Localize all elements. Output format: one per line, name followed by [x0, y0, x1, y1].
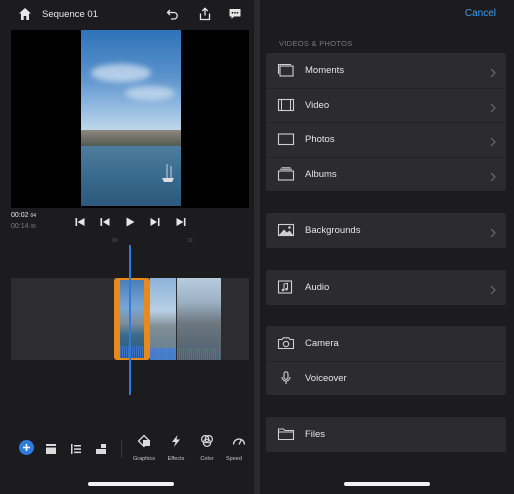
photos-row[interactable]: Photos: [266, 122, 506, 157]
home-icon[interactable]: [18, 7, 32, 26]
speed-icon: [232, 438, 246, 445]
total-duration: 00:14 05: [11, 223, 37, 230]
moments-row[interactable]: Moments: [266, 53, 506, 88]
chevron-right-icon: [490, 65, 496, 83]
audio-group: Audio: [266, 270, 506, 305]
effects-button[interactable]: Effects: [163, 434, 189, 462]
editor-toolbar: Graphics Effects Color Speed: [0, 428, 254, 468]
timeline-clip[interactable]: [177, 278, 221, 360]
layout-icon: [46, 444, 56, 454]
cancel-button[interactable]: Cancel: [465, 8, 496, 19]
folder-icon: [277, 427, 295, 446]
section-header: VIDEOS & PHOTOS: [279, 39, 353, 48]
chevron-right-icon: [490, 225, 496, 243]
step-forward-icon[interactable]: [149, 215, 163, 227]
files-row[interactable]: Files: [266, 417, 506, 452]
camera-icon: [277, 336, 295, 355]
toolbar-divider: [121, 440, 122, 458]
chevron-right-icon: [490, 134, 496, 152]
current-timecode: 00:02 04: [11, 212, 37, 219]
audio-row[interactable]: Audio: [266, 270, 506, 305]
step-back-icon[interactable]: [99, 215, 113, 227]
chevron-right-icon: [490, 100, 496, 118]
music-icon: [277, 280, 295, 299]
play-icon[interactable]: [124, 215, 138, 227]
selected-clip[interactable]: [114, 278, 150, 360]
add-icon: [19, 440, 34, 455]
capture-group: Camera Voiceover: [266, 326, 506, 395]
home-indicator[interactable]: [88, 482, 174, 486]
editor-screen: Sequence 01 00:02 04 00:14 05 00 10 Grap…: [0, 0, 254, 494]
home-indicator[interactable]: [344, 482, 430, 486]
camera-row[interactable]: Camera: [266, 326, 506, 361]
color-icon: [200, 434, 214, 448]
image-icon: [277, 223, 295, 242]
share-icon[interactable]: [198, 7, 212, 26]
skip-to-start-icon[interactable]: [74, 215, 88, 227]
media-picker-screen: Cancel VIDEOS & PHOTOS Moments Video Pho…: [260, 0, 514, 494]
video-icon: [277, 98, 295, 117]
photos-icon: [277, 132, 295, 151]
layout-button[interactable]: [45, 442, 57, 460]
albums-icon: [277, 166, 295, 186]
chevron-right-icon: [490, 169, 496, 187]
add-media-button[interactable]: [19, 440, 34, 460]
undo-icon[interactable]: [166, 7, 180, 26]
microphone-icon: [277, 370, 295, 390]
editor-top-bar: Sequence 01: [0, 0, 254, 30]
speed-button[interactable]: Speed: [226, 434, 254, 462]
albums-row[interactable]: Albums: [266, 156, 506, 192]
color-button[interactable]: Color: [194, 434, 220, 462]
ruler-tick: 10: [187, 238, 193, 244]
crop-button[interactable]: [95, 442, 107, 460]
preview-canvas[interactable]: [11, 30, 249, 208]
effects-icon: [172, 435, 180, 447]
backgrounds-row[interactable]: Backgrounds: [266, 213, 506, 248]
skip-to-end-icon[interactable]: [175, 215, 189, 227]
files-group: Files: [266, 417, 506, 452]
voiceover-row[interactable]: Voiceover: [266, 360, 506, 396]
ruler-tick: 00: [112, 238, 118, 244]
graphics-icon: [137, 434, 151, 448]
video-preview-frame: [81, 30, 181, 206]
playhead[interactable]: [129, 245, 131, 395]
media-sources-group: Moments Video Photos Albums: [266, 53, 506, 191]
feedback-icon[interactable]: [228, 7, 242, 26]
video-row[interactable]: Video: [266, 87, 506, 123]
chevron-right-icon: [490, 282, 496, 300]
timeline-clip[interactable]: [150, 278, 176, 360]
graphics-button[interactable]: Graphics: [131, 434, 157, 462]
crop-icon: [96, 444, 106, 454]
backgrounds-group: Backgrounds: [266, 213, 506, 248]
moments-icon: [277, 63, 295, 82]
sequence-title[interactable]: Sequence 01: [42, 9, 98, 20]
align-button[interactable]: [70, 442, 82, 460]
align-icon: [71, 444, 81, 454]
